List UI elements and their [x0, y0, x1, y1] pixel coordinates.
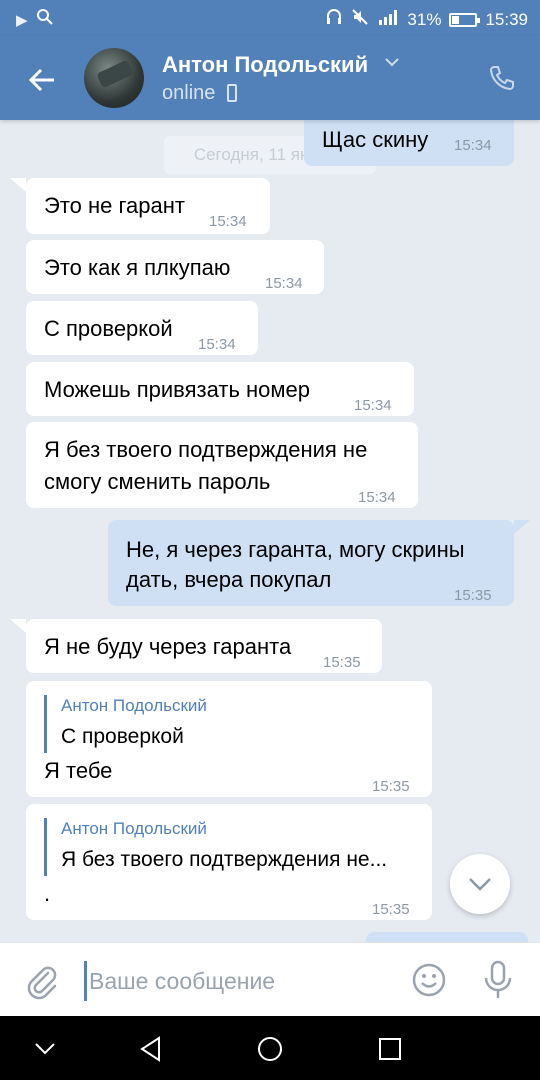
chevron-down-icon: [469, 878, 491, 891]
message-incoming-reply[interactable]: Антон Подольский Я без твоего подтвержде…: [26, 804, 432, 920]
message-text: Это не гарант: [44, 193, 185, 218]
message-outgoing[interactable]: Щас скину 15:34: [304, 120, 514, 166]
mobile-device-icon: [227, 84, 237, 102]
message-time: 15:34: [358, 489, 396, 506]
contact-name[interactable]: Антон Подольский: [162, 52, 368, 78]
message-incoming[interactable]: Я без твоего подтверждения не смогу смен…: [26, 422, 418, 508]
arrow-left-icon: [28, 68, 54, 92]
chevron-down-icon: [35, 1043, 55, 1055]
message-text: Щас скину: [322, 127, 429, 152]
signal-icon: [377, 9, 399, 30]
bubble-tail: [10, 619, 26, 633]
message-time: 15:35: [454, 587, 492, 604]
message-time: 15:34: [198, 336, 236, 353]
square-recents-icon: [379, 1038, 401, 1060]
triangle-back-icon: [140, 1036, 160, 1062]
message-list[interactable]: Сегодня, 11 января Щас скину 15:34 Это н…: [0, 120, 540, 942]
message-outgoing[interactable]: Не, я через гаранта, могу скрины дать, в…: [108, 520, 514, 606]
message-incoming[interactable]: Это не гарант 15:34: [26, 178, 270, 234]
nav-home-button[interactable]: [253, 1032, 287, 1066]
message-incoming-reply[interactable]: Антон Подольский С проверкой Я тебе 15:3…: [26, 681, 432, 797]
message-input[interactable]: [84, 961, 384, 1001]
play-store-icon: ▶: [16, 11, 28, 29]
message-incoming[interactable]: С проверкой 15:34: [26, 301, 258, 355]
back-button[interactable]: [20, 58, 64, 102]
status-bar: ▶ 31% 15:39: [0, 0, 540, 36]
bubble-tail: [514, 520, 530, 534]
smiley-icon: [412, 963, 446, 997]
message-text: .: [44, 881, 51, 906]
quoted-message[interactable]: Антон Подольский Я без твоего подтвержде…: [44, 818, 387, 876]
message-time: 15:35: [372, 778, 410, 795]
headset-icon: [325, 8, 343, 31]
message-composer: [0, 942, 540, 1016]
bubble-tail: [10, 178, 26, 192]
message-time: 15:34: [354, 397, 392, 414]
message-time: 15:34: [454, 137, 492, 154]
message-text: Я не буду через гаранта: [44, 634, 292, 659]
quoted-text: С проверкой: [61, 725, 184, 748]
mute-icon: [351, 8, 369, 31]
circle-home-icon: [258, 1037, 282, 1061]
paperclip-icon: [27, 966, 57, 1000]
system-navigation-bar: [0, 1016, 540, 1080]
message-incoming[interactable]: Я не буду через гаранта 15:35: [26, 619, 382, 673]
nav-back-button[interactable]: [134, 1032, 168, 1066]
nav-recents-button[interactable]: [373, 1032, 407, 1066]
quoted-text: Я без твоего подтверждения не...: [61, 848, 388, 871]
message-text: Можешь привязать номер: [44, 377, 310, 402]
voice-message-button[interactable]: [480, 959, 516, 1001]
online-status: online: [162, 82, 216, 104]
hide-keyboard-button[interactable]: [28, 1032, 62, 1066]
status-time: 15:39: [485, 9, 528, 29]
quoted-author: Антон Подольский: [61, 819, 207, 838]
call-button[interactable]: [484, 60, 520, 96]
avatar[interactable]: [84, 48, 144, 108]
message-text-line-1: Я без твоего подтверждения не: [44, 437, 368, 462]
quoted-message[interactable]: Антон Подольский С проверкой: [44, 695, 207, 753]
quoted-author: Антон Подольский: [61, 696, 207, 715]
phone-icon: [489, 66, 514, 91]
battery-icon: [449, 12, 481, 27]
chat-header: Антон Подольский online: [0, 36, 540, 120]
attach-button[interactable]: [22, 961, 62, 1001]
message-time: 15:35: [323, 654, 361, 671]
scroll-down-button[interactable]: [450, 854, 510, 914]
message-time: 15:34: [265, 275, 303, 292]
message-time: 15:35: [372, 901, 410, 918]
microphone-icon: [484, 960, 512, 998]
message-text-line-1: Не, я через гаранта, могу скрины: [126, 537, 465, 562]
chevron-down-icon[interactable]: [384, 54, 400, 72]
message-incoming[interactable]: Это как я плкупаю 15:34: [26, 240, 324, 294]
message-text: Это как я плкупаю: [44, 255, 231, 280]
message-incoming[interactable]: Можешь привязать номер 15:34: [26, 362, 414, 416]
message-text: С проверкой: [44, 316, 173, 341]
battery-level-fill: [452, 15, 460, 24]
message-outgoing-partial[interactable]: [366, 932, 528, 942]
battery-percent: 31%: [407, 9, 442, 29]
message-text-line-2: смогу сменить пароль: [44, 469, 271, 494]
emoji-button[interactable]: [410, 961, 448, 999]
search-notif-icon: [36, 8, 54, 31]
message-time: 15:34: [209, 213, 247, 230]
message-text-line-2: дать, вчера покупал: [126, 567, 332, 592]
message-text: Я тебе: [44, 758, 113, 783]
